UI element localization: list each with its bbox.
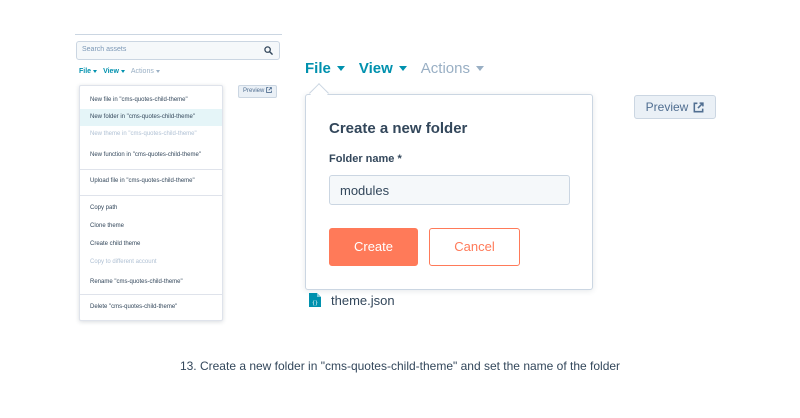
menu-file[interactable]: File: [79, 68, 98, 75]
external-link-icon: [693, 101, 705, 112]
caret-down-icon: [336, 65, 345, 71]
preview-button-small[interactable]: Preview: [238, 85, 277, 98]
menu-divider: [80, 294, 222, 295]
caret-down-icon: [93, 69, 98, 73]
folder-name-input[interactable]: [329, 175, 570, 205]
search-placeholder: Search assets: [82, 46, 127, 53]
menu-item-upload-file[interactable]: Upload file in "cms-quotes-child-theme": [80, 173, 222, 190]
menu-item-delete[interactable]: Delete "cms-quotes-child-theme": [80, 299, 222, 316]
file-dropdown-menu: New file in "cms-quotes-child-theme" New…: [79, 85, 223, 321]
zoomed-menubar: File View Actions: [305, 58, 498, 78]
file-item-theme-json[interactable]: {} theme.json: [308, 292, 395, 308]
menu-item-copy-path[interactable]: Copy path: [80, 200, 222, 217]
menu-item-create-child-theme[interactable]: Create child theme: [80, 236, 222, 253]
menu-view-zoomed[interactable]: View: [359, 60, 407, 77]
caret-down-icon: [475, 65, 484, 71]
menu-item-clone-theme[interactable]: Clone theme: [80, 218, 222, 235]
menu-item-new-function[interactable]: New function in "cms-quotes-child-theme": [80, 147, 222, 164]
search-assets-field[interactable]: Search assets: [76, 41, 280, 60]
menu-actions[interactable]: Actions: [131, 68, 160, 75]
menu-item-new-folder[interactable]: New folder in "cms-quotes-child-theme": [80, 109, 222, 126]
menu-actions-zoomed[interactable]: Actions: [421, 60, 484, 77]
menu-item-new-file[interactable]: New file in "cms-quotes-child-theme": [80, 92, 222, 109]
create-button[interactable]: Create: [329, 228, 418, 266]
preview-button[interactable]: Preview: [634, 95, 716, 119]
caret-down-icon: [398, 65, 407, 71]
search-icon[interactable]: [264, 46, 273, 55]
caret-down-icon: [155, 69, 160, 73]
divider-line: [75, 34, 282, 35]
menu-divider: [80, 195, 222, 196]
caret-down-icon: [120, 69, 125, 73]
step-caption: 13. Create a new folder in "cms-quotes-c…: [179, 359, 621, 373]
mini-menubar: File View Actions: [79, 68, 160, 75]
cancel-button[interactable]: Cancel: [429, 228, 520, 266]
create-folder-dialog: Create a new folder Folder name * Create…: [305, 94, 593, 290]
menu-item-copy-to-account: Copy to different account: [90, 259, 157, 265]
external-link-icon: [266, 86, 272, 93]
file-name: theme.json: [331, 292, 395, 308]
folder-name-label: Folder name *: [329, 153, 402, 165]
menu-divider: [80, 169, 222, 170]
menu-file-zoomed[interactable]: File: [305, 60, 345, 77]
svg-text:{}: {}: [312, 301, 318, 307]
dialog-title: Create a new folder: [329, 120, 468, 137]
file-json-icon: {}: [309, 293, 321, 307]
menu-item-new-theme: New theme in "cms-quotes-child-theme": [90, 131, 197, 137]
menu-item-rename[interactable]: Rename "cms-quotes-child-theme": [80, 274, 222, 291]
menu-view[interactable]: View: [103, 68, 125, 75]
